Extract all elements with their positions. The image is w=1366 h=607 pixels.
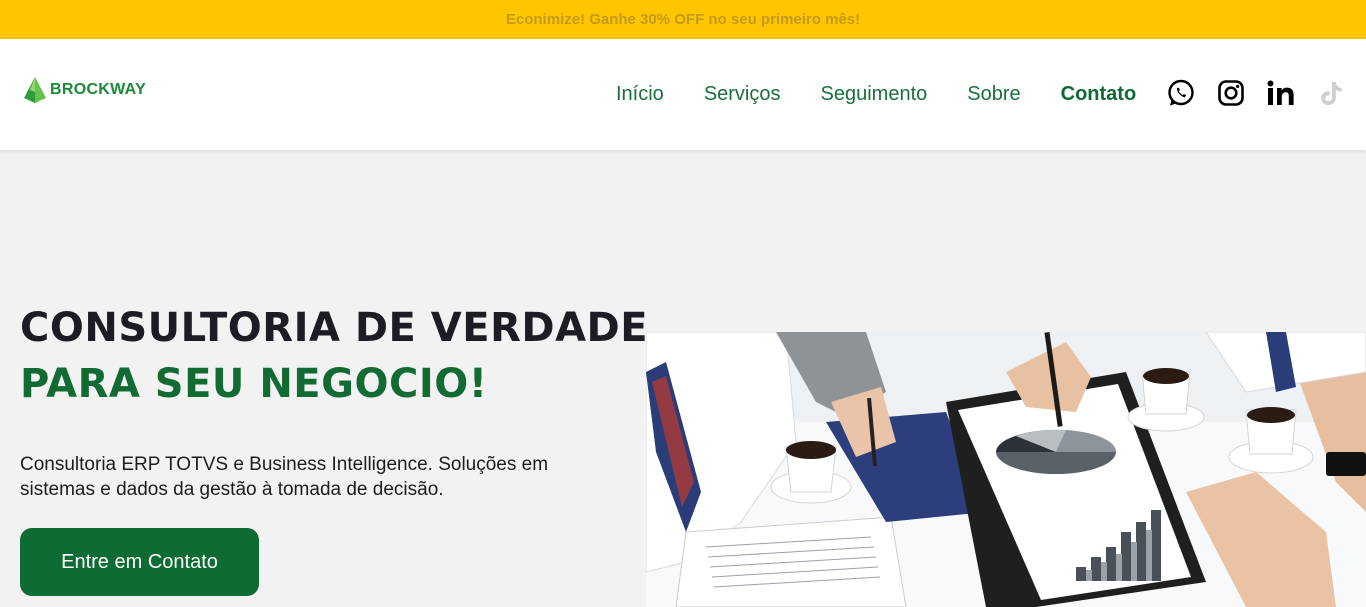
pyramid-logo-icon: [24, 77, 46, 103]
hero-title: CONSULTORIA DE VERDADE PARA SEU NEGOCIO!: [20, 300, 648, 412]
hero-title-line2: PARA SEU NEGOCIO!: [20, 361, 488, 407]
whatsapp-icon[interactable]: [1165, 77, 1197, 109]
hero-title-line1: CONSULTORIA DE VERDADE: [20, 305, 649, 351]
logo-text: BROCKWAY: [50, 81, 147, 98]
site-header: BROCKWAY Início Serviços Seguimento Sobr…: [0, 39, 1366, 150]
promo-banner: Econimize! Ganhe 30% OFF no seu primeiro…: [0, 0, 1366, 39]
promo-text: Econimize! Ganhe 30% OFF no seu primeiro…: [505, 11, 861, 28]
nav-seguimento[interactable]: Seguimento: [821, 83, 928, 106]
linkedin-icon[interactable]: [1265, 77, 1297, 109]
hero-description: Consultoria ERP TOTVS e Business Intelli…: [20, 454, 549, 500]
brand-logo[interactable]: BROCKWAY: [23, 76, 146, 104]
nav-sobre[interactable]: Sobre: [967, 83, 1020, 106]
contact-cta-button[interactable]: Entre em Contato: [20, 528, 259, 596]
nav-inicio[interactable]: Início: [616, 83, 664, 106]
main-nav: Início Serviços Seguimento Sobre Contato: [616, 83, 1176, 106]
instagram-icon[interactable]: [1215, 77, 1247, 109]
business-meeting-photo: [646, 332, 1366, 607]
tiktok-icon[interactable]: [1315, 77, 1347, 109]
nav-contato[interactable]: Contato: [1061, 83, 1137, 106]
nav-servicos[interactable]: Serviços: [704, 83, 781, 106]
